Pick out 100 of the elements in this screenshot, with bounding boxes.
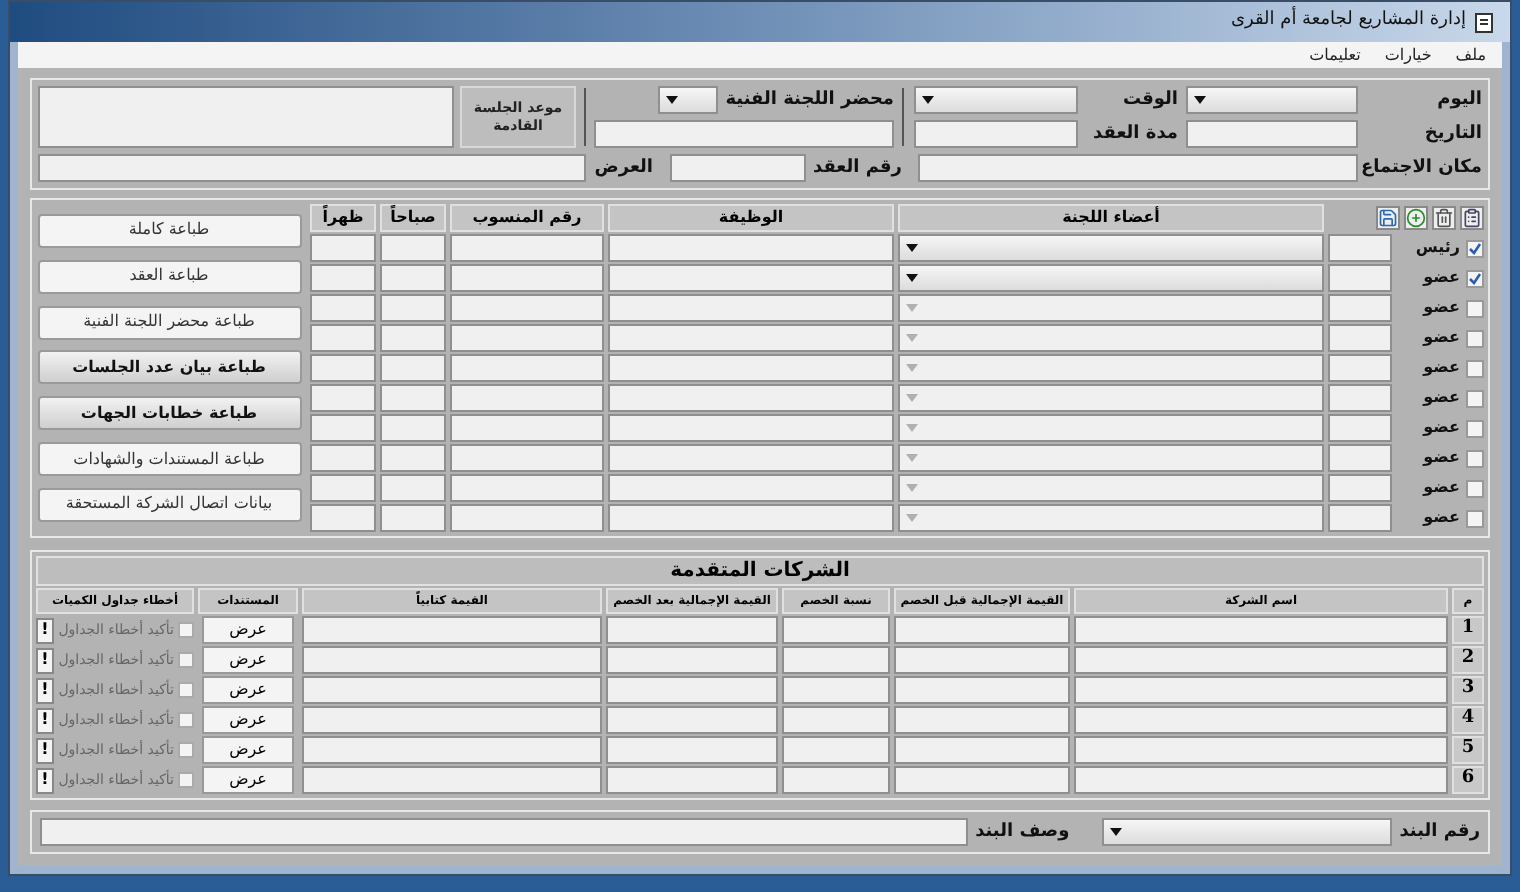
input-field[interactable] [894,706,1070,734]
input-field[interactable] [450,384,604,412]
input-field[interactable] [1074,706,1448,734]
input-field[interactable] [1074,736,1448,764]
input-field[interactable] [608,444,894,472]
input-field[interactable] [450,474,604,502]
input-field[interactable] [380,504,446,532]
input-field[interactable] [782,766,890,794]
input-field[interactable] [608,504,894,532]
input-field[interactable] [310,474,376,502]
input-field[interactable] [606,766,778,794]
input-field[interactable] [1186,120,1358,148]
input-field[interactable] [669,154,805,182]
input-field[interactable] [606,616,778,644]
input-field[interactable] [894,766,1070,794]
input-field[interactable] [1328,294,1392,322]
input-field[interactable] [310,294,376,322]
checkbox[interactable] [178,742,194,758]
input-field[interactable] [1074,766,1448,794]
input-field[interactable] [310,354,376,382]
input-field[interactable] [606,736,778,764]
input-field[interactable] [310,234,376,262]
input-field[interactable] [608,354,894,382]
print-button[interactable]: طباعة العقد [37,259,301,294]
list-icon[interactable] [1460,206,1484,230]
input-field[interactable] [1328,354,1392,382]
input-field[interactable] [302,616,602,644]
checkbox[interactable] [178,712,194,728]
input-field[interactable] [380,354,446,382]
input-field[interactable] [894,736,1070,764]
alert-button[interactable]: ! [36,647,54,673]
input-field[interactable] [380,474,446,502]
view-button[interactable]: عرض [202,616,294,644]
input-field[interactable] [450,324,604,352]
trash-icon[interactable] [1432,206,1456,230]
input-field[interactable] [40,818,968,846]
menu-item[interactable]: تعليمات [1309,47,1361,63]
input-field[interactable] [608,234,894,262]
view-button[interactable]: عرض [202,646,294,674]
input-field[interactable] [1328,504,1392,532]
input-field[interactable] [310,384,376,412]
add-icon[interactable] [1404,206,1428,230]
input-field[interactable] [1328,444,1392,472]
input-field[interactable] [450,414,604,442]
input-field[interactable] [1328,384,1392,412]
checkbox[interactable] [178,682,194,698]
input-field[interactable] [380,384,446,412]
input-field[interactable] [310,504,376,532]
view-button[interactable]: عرض [202,766,294,794]
alert-button[interactable]: ! [36,707,54,733]
print-button[interactable]: طباعة بيان عدد الجلسات [37,350,301,385]
view-button[interactable]: عرض [202,706,294,734]
input-field[interactable] [302,646,602,674]
input-field[interactable] [606,706,778,734]
input-field[interactable] [38,154,587,182]
input-field[interactable] [450,444,604,472]
print-button[interactable]: طباعة محضر اللجنة الفنية [37,305,301,340]
input-field[interactable] [450,234,604,262]
input-field[interactable] [894,676,1070,704]
input-field[interactable] [380,264,446,292]
checkbox[interactable] [178,622,194,638]
input-field[interactable] [1328,264,1392,292]
alert-button[interactable]: ! [36,767,54,793]
input-field[interactable] [1328,414,1392,442]
alert-button[interactable]: ! [36,617,54,643]
input-field[interactable] [782,616,890,644]
input-field[interactable] [380,444,446,472]
view-button[interactable]: عرض [202,736,294,764]
print-button[interactable]: بيانات اتصال الشركة المستحقة [37,487,301,522]
checkbox[interactable] [178,772,194,788]
input-field[interactable] [302,766,602,794]
input-field[interactable] [1074,676,1448,704]
input-field[interactable] [606,646,778,674]
print-button[interactable]: طباعة المستندات والشهادات [37,442,301,477]
text-area[interactable] [38,86,454,148]
input-field[interactable] [782,676,890,704]
input-field[interactable] [608,384,894,412]
input-field[interactable] [914,120,1078,148]
input-field[interactable] [918,154,1358,182]
checkbox[interactable] [1466,239,1484,257]
input-field[interactable] [302,706,602,734]
input-field[interactable] [450,264,604,292]
input-field[interactable] [608,264,894,292]
input-field[interactable] [606,676,778,704]
alert-button[interactable]: ! [36,737,54,763]
checkbox[interactable] [178,652,194,668]
menu-item[interactable]: ملف [1455,47,1486,63]
dropdown[interactable] [657,86,718,114]
save-icon[interactable] [1376,206,1400,230]
input-field[interactable] [608,414,894,442]
input-field[interactable] [302,676,602,704]
input-field[interactable] [310,444,376,472]
input-field[interactable] [782,646,890,674]
input-field[interactable] [782,706,890,734]
input-field[interactable] [310,264,376,292]
input-field[interactable] [450,504,604,532]
input-field[interactable] [1328,324,1392,352]
input-field[interactable] [608,474,894,502]
input-field[interactable] [1328,234,1392,262]
menu-item[interactable]: خيارات [1384,47,1432,63]
